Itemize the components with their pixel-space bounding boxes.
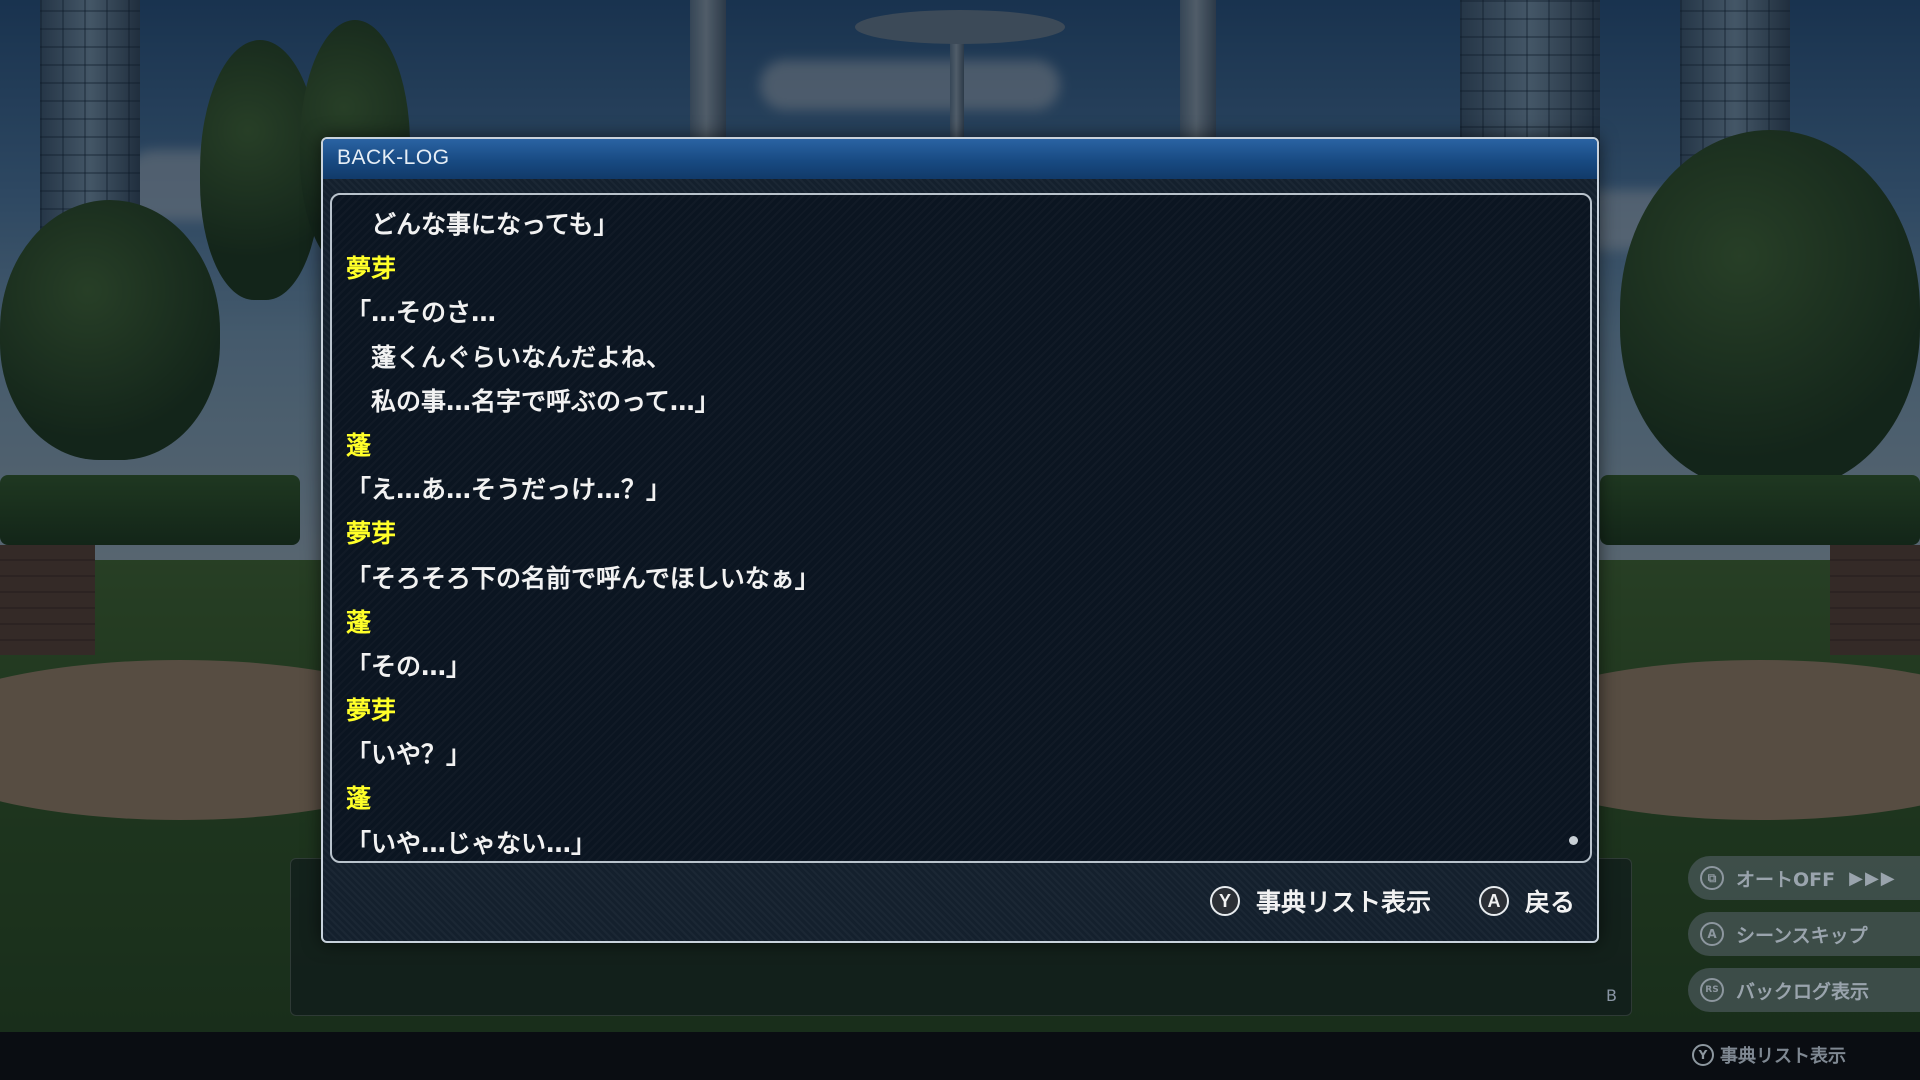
close-message-button[interactable]: B [1606,986,1617,1005]
speaker-name: 蓬 [346,784,372,814]
forward-arrows-icon: ▶▶▶ [1849,867,1897,889]
y-button-icon: Y [1692,1044,1714,1066]
speaker-name: 夢芽 [346,696,397,726]
dialogue-line: 「いや…じゃない…」 [346,828,597,858]
dialogue-line: 「いや？」 [346,740,472,770]
scene-skip-label: シーンスキップ [1736,924,1868,947]
auto-icon: ⧉ [1700,866,1724,890]
speaker-name: 夢芽 [346,519,397,549]
dialogue-line: どんな事になっても」 [346,210,619,239]
dialogue-line: 「そろそろ下の名前で呼んでほしいなぁ」 [346,563,820,593]
side-menu: ⧉ オートOFF ▶▶▶ A シーンスキップ RS バックログ表示 [1688,856,1920,1024]
dialogue-line: 「…そのさ… [346,298,497,328]
a-button-icon: A [1700,922,1724,946]
back-button[interactable]: A 戻る [1478,883,1575,919]
rs-button-icon: RS [1700,978,1724,1002]
a-button-icon: A [1478,886,1509,916]
backlog-title: BACK-LOG [337,146,450,169]
scene-skip-button[interactable]: A シーンスキップ [1688,912,1920,956]
back-label: 戻る [1524,888,1575,917]
dictionary-list-label: 事典リスト表示 [1255,888,1431,917]
auto-toggle-button[interactable]: ⧉ オートOFF ▶▶▶ [1688,856,1920,900]
speaker-name: 蓬 [346,430,372,460]
speaker-name: 夢芽 [346,254,397,284]
backlog-panel: BACK-LOG どんな事になっても」 夢芽 「…そのさ… 蓬くんぐらいなんだよね、… [321,137,1599,943]
dictionary-list-button[interactable]: Y 事典リスト表示 [1209,883,1431,919]
dialogue-line: 「その…」 [346,651,472,681]
auto-label: オートOFF [1736,868,1836,891]
dialogue-line: 「え…あ…そうだっけ…？」 [346,475,672,505]
bottom-bar [0,1032,1920,1080]
y-button-icon: Y [1209,886,1240,916]
backlog-log-area[interactable]: どんな事になっても」 夢芽 「…そのさ… 蓬くんぐらいなんだよね、 私の事…名字で呼… [330,193,1592,863]
dialogue-line: 蓬くんぐらいなんだよね、 [346,342,672,372]
backlog-header: BACK-LOG [323,139,1597,179]
backlog-label: バックログ表示 [1736,980,1870,1003]
dialogue-line: 私の事…名字で呼ぶのって…」 [346,386,720,416]
backlog-button[interactable]: RS バックログ表示 [1688,968,1920,1012]
backlog-footer: Y 事典リスト表示 A 戻る [1162,883,1575,919]
dictionary-hint[interactable]: Y 事典リスト表示 [1692,1042,1846,1068]
scroll-indicator[interactable] [1569,836,1578,845]
dictionary-hint-label: 事典リスト表示 [1720,1046,1846,1067]
speaker-name: 蓬 [346,607,372,637]
log-lines: どんな事になっても」 夢芽 「…そのさ… 蓬くんぐらいなんだよね、 私の事…名字で呼… [346,203,1546,861]
